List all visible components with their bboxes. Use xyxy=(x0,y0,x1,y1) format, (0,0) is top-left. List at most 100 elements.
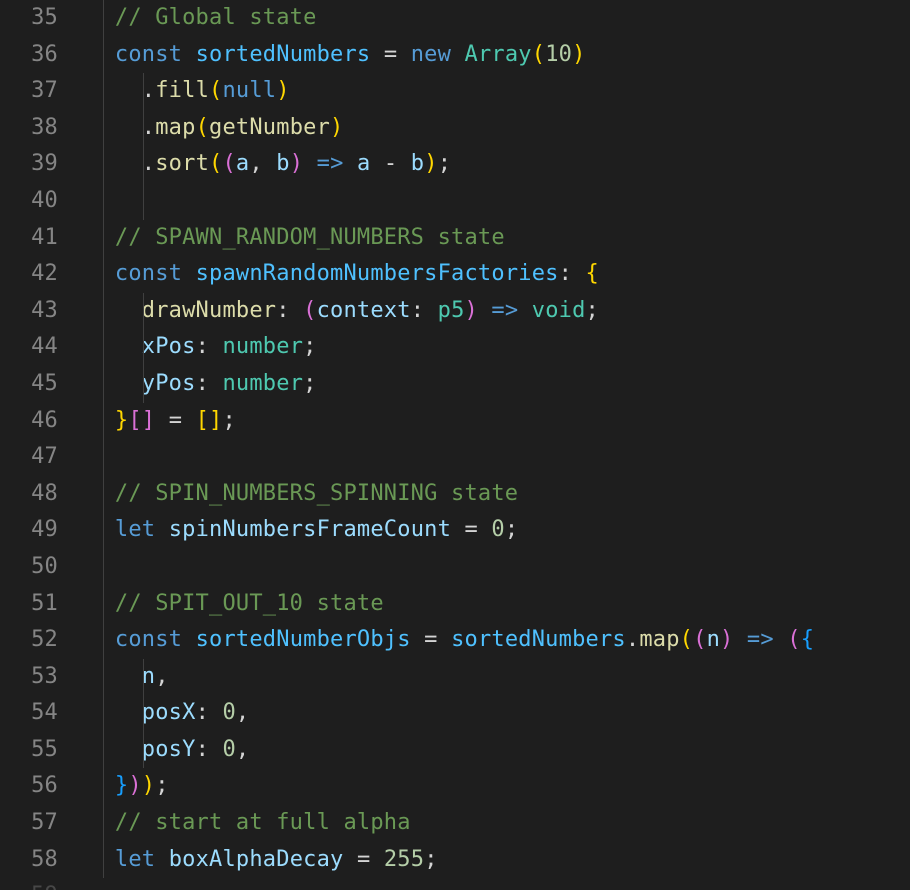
line-number: 36 xyxy=(0,37,58,74)
code-line[interactable]: // SPAWN_RANDOM_NUMBERS state xyxy=(88,220,910,257)
code-line[interactable]: .map(getNumber) xyxy=(88,110,910,147)
token-brace-y: ) xyxy=(142,773,155,798)
token-var: n xyxy=(707,627,720,652)
code-line[interactable]: posX: 0, xyxy=(88,695,910,732)
code-line[interactable]: let spinNumbersFrameCount = 0; xyxy=(88,512,910,549)
token-keyword: const xyxy=(115,627,182,652)
code-line[interactable] xyxy=(88,439,910,476)
token-var: a xyxy=(357,151,370,176)
line-number: 52 xyxy=(0,622,58,659)
indent-guide xyxy=(103,439,104,476)
code-line[interactable] xyxy=(88,549,910,586)
token-op xyxy=(88,737,142,762)
token-op xyxy=(370,151,383,176)
code-line[interactable]: // SPIN_NUMBERS_SPINNING state xyxy=(88,476,910,513)
code-line[interactable]: .sort((a, b) => a - b); xyxy=(88,146,910,183)
token-keyword: => xyxy=(747,627,774,652)
indent-guide xyxy=(143,329,144,366)
token-brace-y: ) xyxy=(276,78,289,103)
token-brace-y: ) xyxy=(572,42,585,67)
indent-guide xyxy=(143,73,144,110)
indent-guide xyxy=(103,476,104,513)
indent-guide xyxy=(103,183,104,220)
code-line[interactable]: .fill(null) xyxy=(88,73,910,110)
indent-guide xyxy=(103,366,104,403)
token-op xyxy=(451,42,464,67)
token-func: map xyxy=(155,115,195,140)
line-number: 56 xyxy=(0,768,58,805)
indent-guide xyxy=(103,146,104,183)
token-op: ; xyxy=(438,151,451,176)
indent-guide xyxy=(103,549,104,586)
token-keyword: const xyxy=(115,261,182,286)
token-var: posX xyxy=(142,700,196,725)
code-line[interactable]: // Global state xyxy=(88,0,910,37)
indent-guide xyxy=(103,732,104,769)
token-op: ; xyxy=(303,334,316,359)
token-op xyxy=(478,517,491,542)
line-number-gutter: 3536373839404142434445464748495051525354… xyxy=(0,0,80,890)
code-line[interactable]: drawNumber: (context: p5) => void; xyxy=(88,293,910,330)
token-type: Array xyxy=(465,42,532,67)
token-op: , xyxy=(236,700,249,725)
line-number: 48 xyxy=(0,476,58,513)
indent-guide xyxy=(143,659,144,696)
code-line[interactable]: }[] = []; xyxy=(88,403,910,440)
indent-guide xyxy=(103,293,104,330)
indent-guide xyxy=(143,695,144,732)
token-keyword: null xyxy=(222,78,276,103)
code-line[interactable]: let boxAlphaDecay = 255; xyxy=(88,842,910,879)
token-op xyxy=(209,371,222,396)
token-brace-p: ) xyxy=(465,298,478,323)
token-op xyxy=(88,42,115,67)
line-number: 47 xyxy=(0,439,58,476)
code-line[interactable]: const spawnRandomNumbersFactories: { xyxy=(88,256,910,293)
token-op: , xyxy=(249,151,276,176)
code-line[interactable]: // start at full alpha xyxy=(88,805,910,842)
code-line[interactable]: // SPIT_OUT_10 state xyxy=(88,586,910,623)
token-func: getNumber xyxy=(209,115,330,140)
token-const: sortedNumbers xyxy=(451,627,626,652)
token-op xyxy=(88,225,115,250)
token-keyword: const xyxy=(115,42,182,67)
code-line[interactable]: posY: 0, xyxy=(88,732,910,769)
code-line[interactable] xyxy=(88,183,910,220)
token-var: yPos xyxy=(142,371,196,396)
token-op: = xyxy=(424,627,437,652)
token-op: ; xyxy=(424,847,437,872)
line-number: 45 xyxy=(0,366,58,403)
token-op: ; xyxy=(505,517,518,542)
token-brace-y: ( xyxy=(680,627,693,652)
token-op xyxy=(733,627,746,652)
line-number: 53 xyxy=(0,659,58,696)
token-op: ; xyxy=(222,408,235,433)
token-op xyxy=(88,298,142,323)
token-op xyxy=(88,261,115,286)
code-area[interactable]: // Global state const sortedNumbers = ne… xyxy=(80,0,910,890)
token-op: = xyxy=(357,847,370,872)
token-brace-y: ( xyxy=(532,42,545,67)
token-op: : xyxy=(276,298,289,323)
token-op xyxy=(209,737,222,762)
indent-guide xyxy=(103,0,104,37)
code-line[interactable]: yPos: number; xyxy=(88,366,910,403)
token-brace-p: ( xyxy=(787,627,800,652)
code-editor: 3536373839404142434445464748495051525354… xyxy=(0,0,910,890)
code-line[interactable]: n, xyxy=(88,659,910,696)
indent-guide xyxy=(103,256,104,293)
code-line[interactable]: const sortedNumberObjs = sortedNumbers.m… xyxy=(88,622,910,659)
token-op: : xyxy=(196,334,209,359)
token-brace-p: ) xyxy=(720,627,733,652)
token-var: b xyxy=(276,151,289,176)
line-number: 58 xyxy=(0,842,58,879)
code-line[interactable]: xPos: number; xyxy=(88,329,910,366)
code-line[interactable]: const sortedNumbers = new Array(10) xyxy=(88,37,910,74)
line-number: 49 xyxy=(0,512,58,549)
code-line[interactable]: })); xyxy=(88,768,910,805)
token-type: number xyxy=(222,371,303,396)
indent-guide xyxy=(103,695,104,732)
token-brace-p: ( xyxy=(303,298,316,323)
token-brace-y: ) xyxy=(330,115,343,140)
token-op xyxy=(182,42,195,67)
indent-guide xyxy=(103,586,104,623)
